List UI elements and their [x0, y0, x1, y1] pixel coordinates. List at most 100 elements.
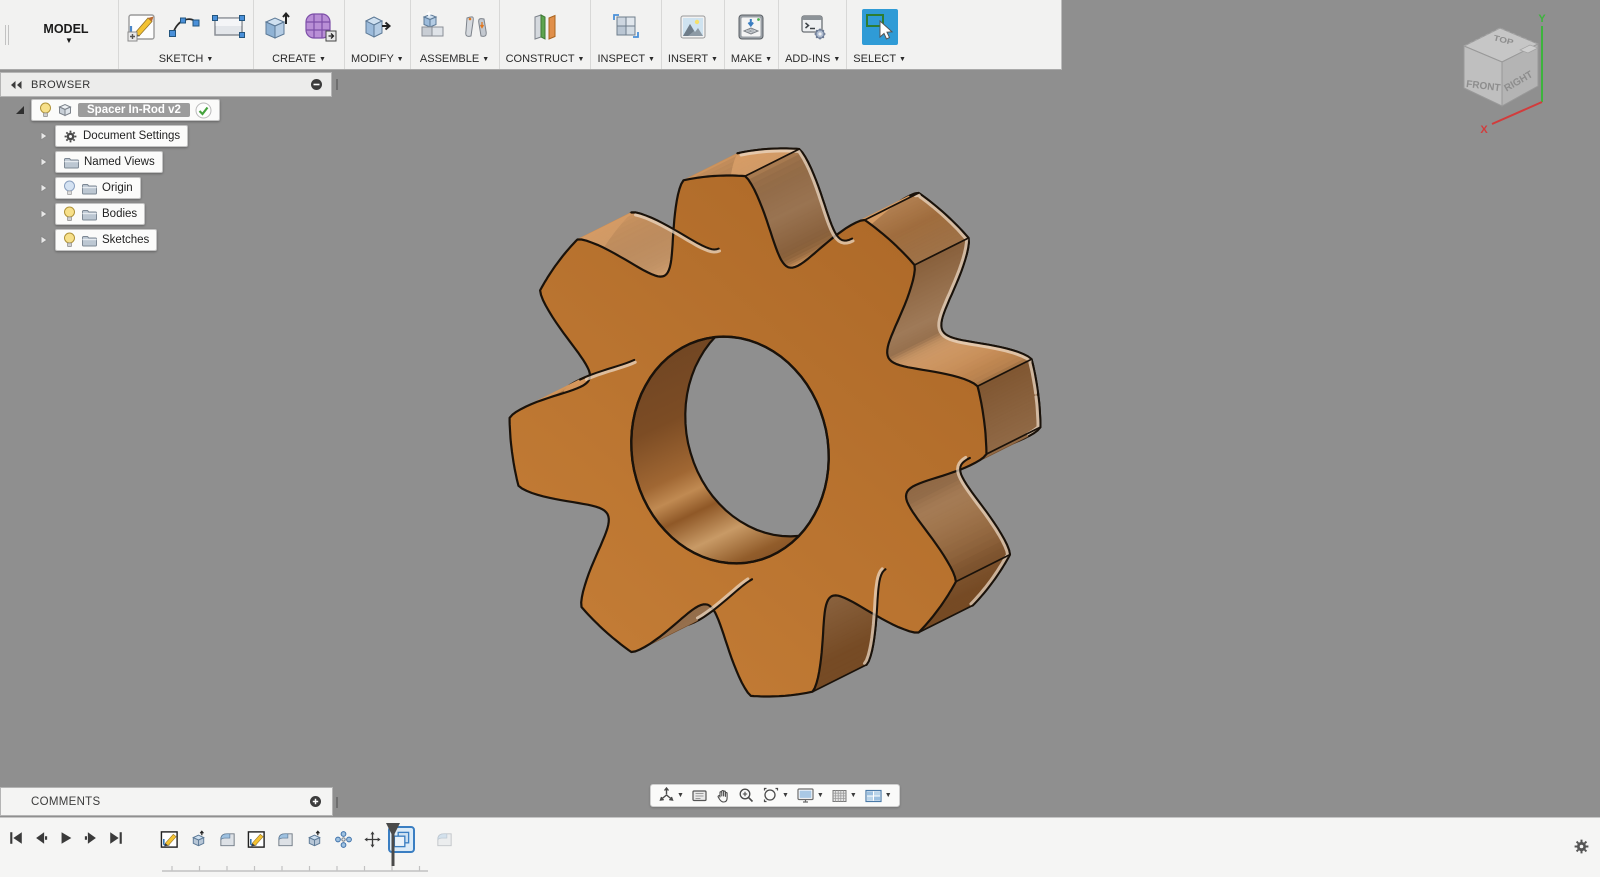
tree-item-chip[interactable]: Document Settings: [55, 125, 188, 147]
insert-menu[interactable]: INSERT ▼: [668, 51, 718, 65]
tree-item-label: Document Settings: [83, 130, 180, 142]
folder-icon: [81, 208, 97, 221]
construct-plane-icon[interactable]: [527, 10, 563, 44]
expand-arrow-icon[interactable]: [38, 235, 50, 245]
look-at-icon[interactable]: [691, 788, 708, 803]
panel-minimize-icon[interactable]: [310, 78, 323, 91]
viewcube[interactable]: TOP FRONT RIGHT Y X: [1446, 12, 1558, 144]
tree-row-origin[interactable]: Origin: [0, 175, 332, 201]
toolbar-group-addins: ADD-INS ▼: [778, 0, 846, 69]
assemble-menu[interactable]: ASSEMBLE ▼: [420, 51, 489, 65]
select-menu[interactable]: SELECT ▼: [853, 51, 906, 65]
go-to-start-button[interactable]: [8, 830, 24, 846]
chevron-down-icon: ▼: [578, 56, 585, 63]
timeline-feature-sketch[interactable]: [158, 828, 181, 851]
tree-row-named-views[interactable]: Named Views: [0, 149, 332, 175]
add-comment-icon[interactable]: [309, 795, 322, 808]
timeline-feature-fillet-suppressed[interactable]: [433, 828, 456, 851]
chevron-down-icon: ▼: [765, 56, 772, 63]
tree-item-chip[interactable]: Sketches: [55, 229, 157, 251]
rectangle-icon[interactable]: [211, 10, 247, 44]
comments-panel[interactable]: COMMENTS: [0, 787, 333, 816]
zoom-icon[interactable]: [738, 787, 755, 804]
modify-menu[interactable]: MODIFY ▼: [351, 51, 404, 65]
joint-icon[interactable]: [459, 10, 493, 44]
toolbar-group-make: MAKE ▼: [724, 0, 778, 69]
timeline-feature-extrude[interactable]: [187, 828, 210, 851]
step-back-button[interactable]: [33, 830, 49, 846]
tree-item-label: Bodies: [102, 208, 137, 220]
timeline-feature-sketch[interactable]: [245, 828, 268, 851]
select-icon[interactable]: [862, 9, 898, 45]
folder-icon: [81, 182, 97, 195]
scripts-addins-icon[interactable]: [796, 10, 830, 44]
expand-arrow-icon[interactable]: [38, 131, 50, 141]
chevron-down-icon: ▼: [711, 56, 718, 63]
lightbulb-on-icon[interactable]: [63, 206, 76, 223]
timeline-settings-gear-icon[interactable]: [1573, 838, 1590, 855]
play-button[interactable]: [58, 830, 74, 846]
orbit-icon[interactable]: ▼: [658, 787, 684, 804]
viewports-icon[interactable]: ▼: [864, 788, 892, 804]
new-component-icon[interactable]: [417, 10, 451, 44]
press-pull-icon[interactable]: [360, 10, 394, 44]
make-menu[interactable]: MAKE ▼: [731, 51, 772, 65]
tree-row-sketches[interactable]: Sketches: [0, 227, 332, 253]
panel-resize-handle[interactable]: [336, 797, 338, 808]
view-navigation-bar: ▼ ▼ ▼: [650, 784, 900, 807]
collapse-panel-icon[interactable]: [9, 80, 23, 90]
collapse-arrow-icon[interactable]: [14, 105, 26, 115]
tree-item-chip[interactable]: Named Views: [55, 151, 163, 173]
sketch-menu[interactable]: SKETCH ▼: [159, 51, 214, 65]
extrude-icon[interactable]: [260, 10, 294, 44]
toolbar-drag-handle[interactable]: [0, 0, 14, 69]
step-forward-button[interactable]: [83, 830, 99, 846]
root-component-label[interactable]: Spacer In-Rod v2: [78, 103, 190, 117]
toolbar-group-modify: MODIFY ▼: [344, 0, 410, 69]
workspace-menu[interactable]: MODEL ▼: [14, 0, 118, 69]
addins-menu[interactable]: ADD-INS ▼: [785, 51, 840, 65]
root-component-chip[interactable]: Spacer In-Rod v2: [31, 99, 220, 121]
chevron-down-icon: ▼: [482, 56, 489, 63]
fit-icon[interactable]: ▼: [762, 787, 789, 804]
expand-arrow-icon[interactable]: [38, 183, 50, 193]
lightbulb-on-icon[interactable]: [39, 102, 52, 119]
timeline-feature-move[interactable]: [361, 828, 384, 851]
panel-resize-handle[interactable]: [336, 79, 338, 90]
pan-hand-icon[interactable]: [715, 788, 731, 804]
tree-row-document-settings[interactable]: Document Settings: [0, 123, 332, 149]
timeline-feature-fillet[interactable]: [274, 828, 297, 851]
form-icon[interactable]: [302, 10, 338, 44]
tree-row-bodies[interactable]: Bodies: [0, 201, 332, 227]
folder-icon: [63, 156, 79, 169]
expand-arrow-icon[interactable]: [38, 157, 50, 167]
create-sketch-icon[interactable]: [125, 10, 159, 44]
go-to-end-button[interactable]: [108, 830, 124, 846]
tree-item-chip[interactable]: Bodies: [55, 203, 145, 225]
timeline-bar: [0, 817, 1600, 877]
layout-grid-icon[interactable]: ▼: [831, 788, 857, 804]
create-menu[interactable]: CREATE ▼: [272, 51, 326, 65]
chevron-down-icon: ▼: [817, 792, 824, 799]
browser-header[interactable]: BROWSER: [0, 72, 332, 97]
construct-menu[interactable]: CONSTRUCT ▼: [506, 51, 585, 65]
lightbulb-off-icon[interactable]: [63, 180, 76, 197]
spline-icon[interactable]: [167, 10, 203, 44]
browser-tree: Spacer In-Rod v2 Document Settings Named …: [0, 97, 332, 253]
measure-icon[interactable]: [609, 10, 643, 44]
tree-row-root[interactable]: Spacer In-Rod v2: [0, 97, 332, 123]
browser-panel: BROWSER Spacer In-Rod v2: [0, 72, 332, 253]
tree-item-chip[interactable]: Origin: [55, 177, 141, 199]
inspect-menu[interactable]: INSPECT ▼: [597, 51, 654, 65]
timeline-feature-circular-pattern[interactable]: [332, 828, 355, 851]
insert-image-icon[interactable]: [676, 10, 710, 44]
3d-print-icon[interactable]: [734, 10, 768, 44]
timeline-feature-fillet[interactable]: [216, 828, 239, 851]
timeline-feature-extrude[interactable]: [303, 828, 326, 851]
expand-arrow-icon[interactable]: [38, 209, 50, 219]
timeline-position-marker[interactable]: [385, 822, 401, 870]
timeline-playback-controls: [8, 830, 124, 846]
display-settings-icon[interactable]: ▼: [796, 787, 824, 804]
lightbulb-on-icon[interactable]: [63, 232, 76, 249]
toolbar: MODEL ▼: [0, 0, 1062, 70]
